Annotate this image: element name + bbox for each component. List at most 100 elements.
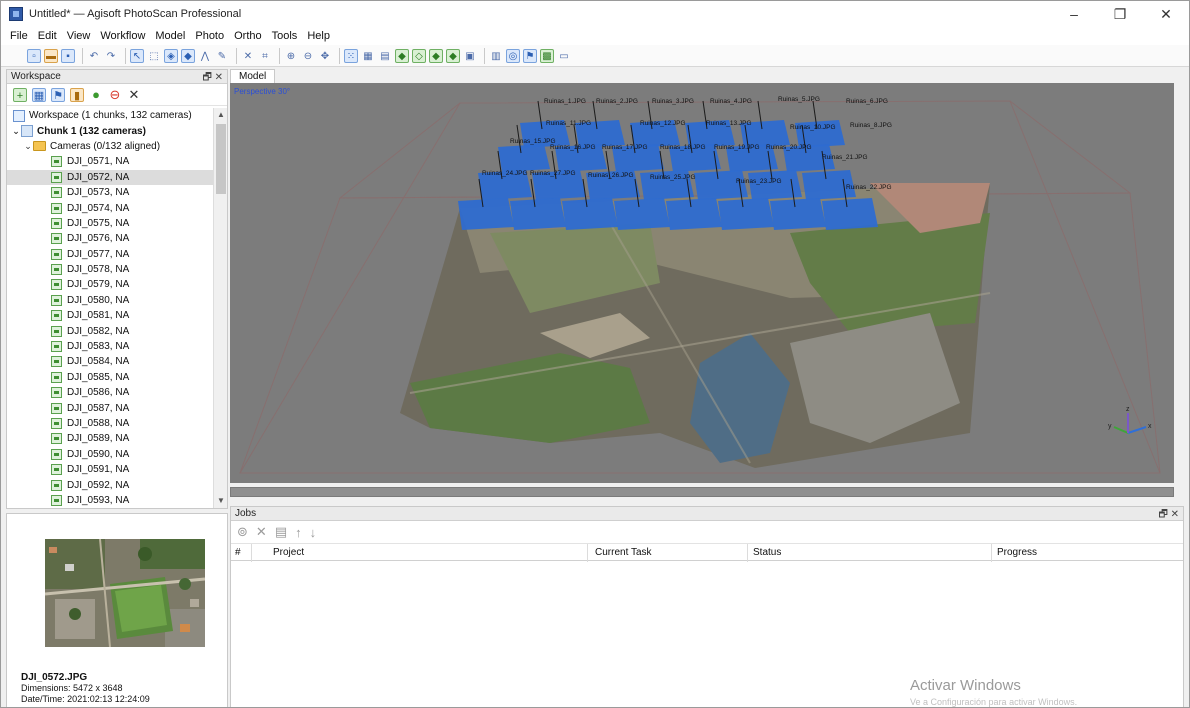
camera-item[interactable]: DJI_0571, NA [7, 154, 213, 169]
zoom-in-icon[interactable]: ⊕ [284, 49, 298, 63]
jobs-header-buttons[interactable]: 🗗 ✕ [1158, 507, 1179, 524]
delete-selection-icon[interactable]: ✕ [241, 49, 255, 63]
camera-item[interactable]: DJI_0588, NA [7, 416, 213, 431]
save-icon[interactable]: ▪ [61, 48, 75, 63]
camera-item[interactable]: DJI_0590, NA [7, 447, 213, 462]
camera-item[interactable]: DJI_0586, NA [7, 385, 213, 400]
camera-plane[interactable] [666, 198, 722, 230]
column-project[interactable]: Project [273, 547, 304, 558]
scroll-up-icon[interactable]: ▲ [214, 108, 228, 122]
disable-icon[interactable]: ⊖ [108, 87, 122, 102]
menu-workflow[interactable]: Workflow [95, 30, 150, 42]
scroll-down-icon[interactable]: ▼ [214, 494, 228, 508]
tree-cameras-folder[interactable]: ⌄ Cameras (0/132 aligned) [7, 139, 213, 154]
camera-item[interactable]: DJI_0578, NA [7, 262, 213, 277]
minimize-button[interactable]: – [1051, 1, 1097, 27]
workspace-header-buttons[interactable]: 🗗 ✕ [202, 70, 223, 87]
zoom-out-icon[interactable]: ⊖ [301, 49, 315, 63]
add-folder-icon[interactable]: ⚑ [51, 87, 65, 102]
camera-item[interactable]: DJI_0593, NA [7, 493, 213, 508]
camera-plane[interactable] [562, 198, 618, 230]
tree-chunk[interactable]: ⌄ Chunk 1 (132 cameras) [7, 123, 213, 138]
job-log-icon[interactable]: ▤ [275, 524, 287, 540]
camera-item[interactable]: DJI_0591, NA [7, 462, 213, 477]
pencil-icon[interactable]: ✎ [215, 49, 229, 63]
tab-model[interactable]: Model [230, 69, 276, 83]
show-cameras-icon[interactable]: ◎ [506, 48, 520, 63]
camera-plane[interactable] [748, 170, 802, 200]
menu-ortho[interactable]: Ortho [229, 30, 267, 42]
camera-plane[interactable] [510, 198, 566, 230]
workspace-scrollbar[interactable]: ▲ ▼ [213, 108, 227, 508]
open-folder-icon[interactable]: ▬ [44, 48, 58, 63]
close-button[interactable]: ✕ [1143, 1, 1189, 27]
undo-icon[interactable]: ↶ [87, 49, 101, 63]
navigation-cursor-icon[interactable]: ↖ [130, 48, 144, 63]
remove-icon[interactable]: ✕ [127, 87, 141, 102]
crop-selection-icon[interactable]: ⌗ [258, 49, 272, 63]
menu-edit[interactable]: Edit [33, 30, 62, 42]
show-images-icon[interactable]: ▩ [540, 48, 554, 63]
camera-plane[interactable] [458, 198, 514, 230]
move-region-icon[interactable]: ◈ [164, 48, 178, 63]
menu-help[interactable]: Help [302, 30, 335, 42]
camera-item[interactable]: DJI_0589, NA [7, 431, 213, 446]
rectangle-select-icon[interactable]: ⬚ [147, 49, 161, 63]
camera-item[interactable]: DJI_0573, NA [7, 185, 213, 200]
camera-item[interactable]: DJI_0580, NA [7, 293, 213, 308]
redo-icon[interactable]: ↷ [104, 49, 118, 63]
ruler-icon[interactable]: ⋀ [198, 49, 212, 63]
camera-plane[interactable] [614, 198, 670, 230]
screenshot-icon[interactable]: ▭ [557, 49, 571, 63]
camera-item[interactable]: DJI_0583, NA [7, 339, 213, 354]
add-photos-icon[interactable]: ▦ [32, 87, 46, 102]
dense-cloud-icon[interactable]: ▦ [361, 49, 375, 63]
column-number[interactable]: # [235, 547, 241, 558]
camera-plane[interactable] [718, 198, 774, 230]
chevron-down-icon[interactable]: ⌄ [23, 141, 33, 152]
move-view-icon[interactable]: ✥ [318, 49, 332, 63]
pause-job-icon[interactable]: ⊚ [237, 524, 248, 540]
column-progress[interactable]: Progress [997, 547, 1037, 558]
camera-plane[interactable] [822, 198, 878, 230]
model-textured-icon[interactable]: ◆ [429, 48, 443, 63]
new-document-icon[interactable]: ▫ [27, 48, 41, 63]
cancel-job-icon[interactable]: ✕ [256, 524, 267, 540]
menu-model[interactable]: Model [150, 30, 190, 42]
tree-root[interactable]: Workspace (1 chunks, 132 cameras) [7, 108, 213, 123]
camera-item[interactable]: DJI_0572, NA [7, 169, 213, 185]
camera-item[interactable]: DJI_0576, NA [7, 231, 213, 246]
camera-item[interactable]: DJI_0577, NA [7, 247, 213, 262]
column-status[interactable]: Status [753, 547, 781, 558]
camera-item[interactable]: DJI_0587, NA [7, 400, 213, 415]
menu-file[interactable]: File [5, 30, 33, 42]
enable-icon[interactable]: ● [89, 87, 103, 102]
rotate-region-icon[interactable]: ◆ [181, 48, 195, 63]
camera-plane[interactable] [498, 144, 550, 172]
model-viewport[interactable]: Ruinas_1.JPG Ruinas_2.JPG Ruinas_3.JPG Ruin… [230, 83, 1174, 483]
mesh-shaded-icon[interactable]: ▤ [378, 49, 392, 63]
restore-button[interactable]: ❐ [1097, 1, 1143, 27]
menu-photo[interactable]: Photo [190, 30, 229, 42]
camera-item[interactable]: DJI_0582, NA [7, 323, 213, 338]
camera-item[interactable]: DJI_0584, NA [7, 354, 213, 369]
show-region-icon[interactable]: ▥ [489, 49, 503, 63]
column-current-task[interactable]: Current Task [595, 547, 652, 558]
show-markers-icon[interactable]: ⚑ [523, 48, 537, 63]
model-solid-icon[interactable]: ◆ [395, 48, 409, 63]
camera-item[interactable]: DJI_0579, NA [7, 277, 213, 292]
tiled-model-icon[interactable]: ▣ [463, 49, 477, 63]
scroll-thumb[interactable] [216, 124, 226, 194]
camera-item[interactable]: DJI_0585, NA [7, 370, 213, 385]
model-wireframe-icon[interactable]: ◇ [412, 48, 426, 63]
menu-view[interactable]: View [62, 30, 96, 42]
camera-item[interactable]: DJI_0574, NA [7, 200, 213, 215]
add-marker-icon[interactable]: ▮ [70, 87, 84, 102]
point-cloud-icon[interactable]: ⁙ [344, 48, 358, 63]
move-job-down-icon[interactable]: ↓ [310, 525, 317, 540]
camera-item[interactable]: DJI_0581, NA [7, 308, 213, 323]
move-job-up-icon[interactable]: ↑ [295, 525, 302, 540]
camera-item[interactable]: DJI_0575, NA [7, 216, 213, 231]
camera-plane[interactable] [770, 198, 826, 230]
menu-tools[interactable]: Tools [267, 30, 303, 42]
